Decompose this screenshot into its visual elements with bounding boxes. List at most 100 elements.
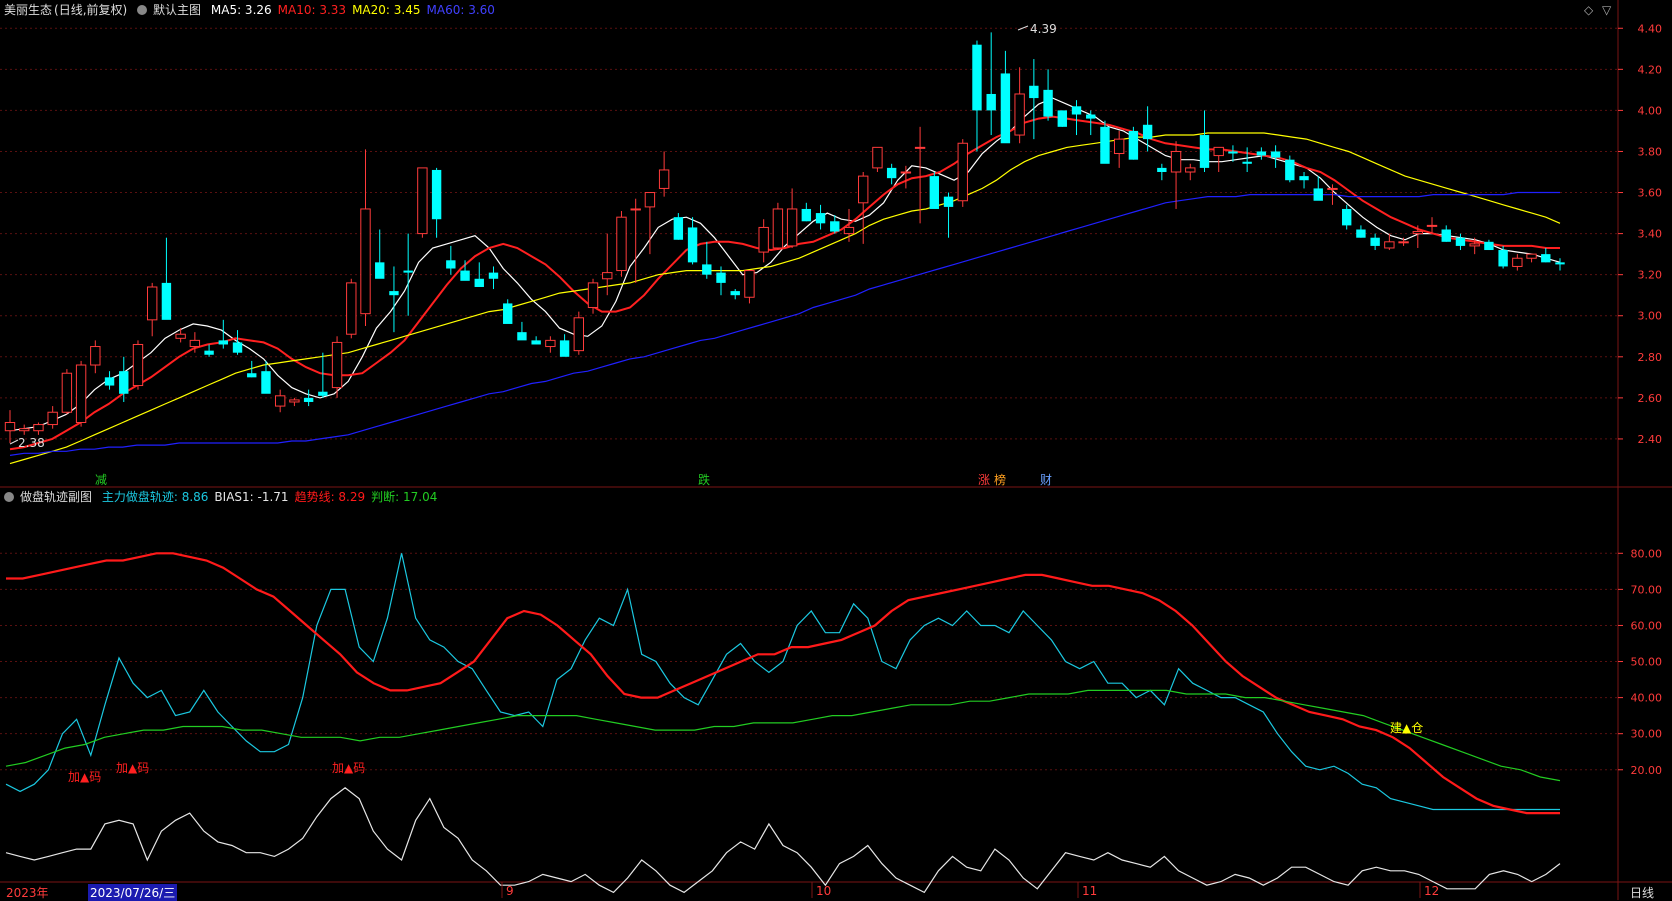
sub-signal-jiama-3: 加▲码 — [332, 761, 366, 775]
sub-series-line — [6, 552, 1560, 815]
candle-body — [1170, 150, 1182, 173]
candle-body — [75, 364, 87, 424]
candle-body — [1412, 231, 1423, 235]
candle-body — [331, 341, 343, 389]
signal-cai: 财 — [1040, 473, 1053, 487]
sub-signal-jiama-1: 加▲码 — [68, 770, 102, 784]
candle-body — [1356, 229, 1366, 238]
triangle-down-icon[interactable]: ▽ — [1602, 3, 1611, 17]
candle-body — [1071, 106, 1082, 115]
candle-body — [943, 196, 954, 207]
candle-body — [1142, 124, 1153, 140]
candle-body — [33, 424, 44, 432]
candle-body — [1541, 254, 1551, 263]
signal-zhang: 涨 — [978, 473, 991, 487]
sub-chart-label[interactable]: 做盘轨迹副图 — [20, 490, 92, 504]
candle-body — [744, 270, 755, 298]
signal-die: 跌 — [698, 473, 711, 487]
candle-body — [1213, 146, 1224, 157]
sub-y-tick-label: 50.00 — [1631, 656, 1663, 669]
candle-body — [1128, 130, 1139, 160]
low-price-pointer — [9, 439, 19, 445]
candle-body — [830, 221, 840, 232]
kline-chart[interactable]: 4.40 4.20 4.00 3.80 3.60 3.40 3.20 3.00 2.80 2.60… — [0, 0, 1672, 900]
period-label[interactable]: 日线 — [1630, 884, 1654, 901]
candle-body — [1014, 93, 1025, 136]
cursor-date: 2023/07/26/三 — [88, 884, 178, 901]
ma-line-ma5 — [9, 97, 1561, 432]
candle-body — [957, 142, 968, 202]
candle-body — [1228, 151, 1238, 154]
sub-y-tick-label: 60.00 — [1631, 619, 1663, 632]
candle-body — [815, 213, 826, 224]
candle-body — [531, 340, 541, 345]
candle-body — [431, 169, 442, 220]
ma-legend-item: MA20: 3.45 — [352, 3, 421, 17]
candle-body — [1455, 237, 1466, 246]
candle-body — [1484, 241, 1494, 251]
main-chart-header: 美丽生态 (日线,前复权) 默认主图 MA5: 3.26 MA10: 3.33 MA2… — [4, 3, 507, 17]
candle-body — [389, 291, 399, 296]
candle-body — [687, 227, 698, 263]
sub-y-tick-label: 70.00 — [1631, 583, 1663, 596]
high-price-label: 4.39 — [1030, 22, 1057, 36]
candle-body — [1327, 187, 1338, 190]
candle-body — [587, 282, 599, 309]
candle-body — [360, 208, 371, 315]
chevron-down-icon[interactable] — [4, 492, 14, 502]
diamond-icon[interactable]: ◇ — [1584, 3, 1593, 17]
y-tick-label: 3.00 — [1638, 310, 1663, 323]
chevron-down-icon[interactable] — [137, 5, 148, 15]
candle-body — [119, 371, 129, 394]
candle-body — [1342, 208, 1352, 226]
main-chart-label[interactable]: 默认主图 — [153, 3, 201, 17]
candle-body — [1157, 167, 1167, 172]
candle-body — [417, 167, 428, 235]
sub-legend-item: 判断: 17.04 — [371, 490, 438, 504]
candle-body — [1426, 224, 1438, 227]
candle-body — [90, 346, 101, 366]
candle-body — [573, 317, 585, 352]
month-label-10: 10 — [816, 884, 832, 898]
candle-body — [4, 422, 16, 432]
candle-body — [403, 270, 413, 273]
candle-body — [772, 208, 784, 249]
candle-body — [900, 171, 912, 174]
y-tick-label: 4.00 — [1638, 104, 1663, 117]
candle-body — [801, 208, 812, 222]
candle-body — [446, 260, 456, 269]
candle-body — [914, 146, 926, 149]
candle-body — [132, 343, 144, 387]
y-tick-label: 3.60 — [1638, 187, 1663, 200]
candle-body — [318, 391, 328, 396]
candle-body — [303, 397, 314, 402]
candle-body — [19, 428, 30, 432]
candle-body — [1555, 262, 1565, 265]
ma-line-ma20 — [9, 132, 1561, 465]
sub-y-tick-label: 30.00 — [1631, 728, 1663, 741]
month-label-12: 12 — [1424, 884, 1440, 898]
candle-body — [730, 291, 740, 296]
candle-body — [488, 272, 499, 279]
y-tick-label: 2.40 — [1638, 433, 1663, 446]
sub-series-line — [5, 787, 1561, 894]
chart-mode: (日线,前复权) — [54, 3, 128, 17]
candle-body — [1199, 135, 1210, 168]
candle-body — [1512, 257, 1523, 267]
sub-series-line — [5, 553, 1560, 811]
ma-legend-item: MA10: 3.33 — [277, 3, 347, 17]
stock-name[interactable]: 美丽生态 — [4, 3, 52, 17]
candle-body — [104, 377, 115, 386]
sub-signal-jiancang: 建▲仓 — [1390, 721, 1424, 735]
y-tick-label: 4.40 — [1638, 22, 1663, 35]
candle-body — [247, 373, 257, 378]
candle-body — [517, 332, 527, 341]
candle-body — [1256, 151, 1267, 156]
candle-body — [1469, 243, 1480, 247]
candle-body — [460, 270, 470, 281]
candle-body — [886, 167, 897, 179]
sub-y-tick-label: 20.00 — [1631, 764, 1663, 777]
candle-body — [161, 282, 172, 320]
candle-body — [47, 411, 58, 426]
candle-body — [786, 208, 798, 247]
